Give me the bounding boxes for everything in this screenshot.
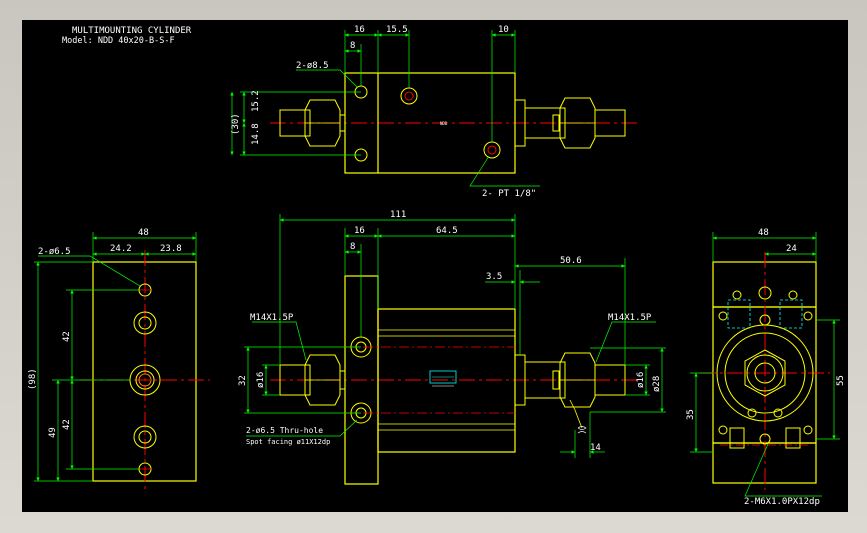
svg-text:NDD: NDD (440, 121, 448, 126)
front-dim-111: 111 (390, 210, 406, 220)
cad-drawing: MULTIMOUNTING CYLINDER Model: NDD 40x20-… (28, 25, 846, 507)
right-view: 48 24 55 35 2-M6X1.0PX12dp (686, 228, 846, 507)
front-dim-32: 32 (238, 375, 248, 386)
front-thread-left-label: M14X1.5P (250, 313, 294, 323)
left-dim-49: 49 (48, 427, 58, 438)
right-dim-35: 35 (686, 409, 696, 420)
left-hole-label: 2-ø6.5 (38, 247, 71, 257)
left-dim-48: 48 (138, 228, 149, 238)
top-dim-8: 8 (350, 41, 355, 51)
right-dim-55: 55 (836, 375, 846, 386)
top-view: NDD 16 15.5 10 8 (30) 15.2 14.8 2-ø8.5 2… (230, 25, 640, 199)
title-line-1: MULTIMOUNTING CYLINDER (72, 26, 192, 36)
top-view-port-bottom (483, 141, 501, 159)
left-view: 48 24.2 23.8 (98) 49 42 42 2-ø6.5 (28, 228, 210, 490)
top-dim-15-5: 15.5 (386, 25, 408, 35)
front-hole-note-1: 2-ø6.5 Thru-hole (246, 426, 323, 435)
top-dim-15-2: 15.2 (251, 90, 261, 112)
front-hole-note-2: Spot facing ø11X12dp (246, 438, 330, 446)
front-thread-right-label: M14X1.5P (608, 313, 652, 323)
left-dim-42-bottom: 42 (62, 419, 72, 430)
right-dim-24: 24 (786, 244, 797, 254)
front-dim-phi16-left: ø16 (256, 372, 266, 388)
right-thread-label: 2-M6X1.0PX12dp (744, 497, 820, 507)
top-port-label: 2- PT 1/8" (482, 189, 536, 199)
front-dim-phi28: ø28 (652, 376, 662, 392)
front-dim-64-5: 64.5 (436, 226, 458, 236)
top-hole-label: 2-ø8.5 (296, 61, 329, 71)
left-dim-24-2: 24.2 (110, 244, 132, 254)
front-dim-phi16-right: ø16 (636, 372, 646, 388)
front-view: 111 16 64.5 8 50.6 3.5 32 ø16 ø16 ø28 14… (238, 210, 666, 485)
front-dim-3-5: 3.5 (486, 272, 502, 282)
right-dim-48: 48 (758, 228, 769, 238)
front-dim-14: 14 (590, 443, 601, 453)
front-dim-50-6: 50.6 (560, 256, 582, 266)
left-dim-23-8: 23.8 (160, 244, 182, 254)
title-line-2: Model: NDD 40x20-B-S-F (62, 36, 175, 46)
top-dim-10: 10 (498, 25, 509, 35)
top-view-port-top (400, 87, 418, 105)
front-dim-8: 8 (350, 242, 355, 252)
top-dim-14-8: 14.8 (251, 123, 261, 145)
drawing-title: MULTIMOUNTING CYLINDER Model: NDD 40x20-… (62, 26, 192, 46)
front-dim-16: 16 (354, 226, 365, 236)
left-dim-42-top: 42 (62, 331, 72, 342)
left-dim-98: (98) (28, 368, 38, 390)
top-dim-16: 16 (354, 25, 365, 35)
cad-drawing-canvas[interactable]: MULTIMOUNTING CYLINDER Model: NDD 40x20-… (22, 20, 848, 512)
top-dim-30: (30) (231, 113, 241, 135)
window-frame: MULTIMOUNTING CYLINDER Model: NDD 40x20-… (0, 0, 867, 533)
